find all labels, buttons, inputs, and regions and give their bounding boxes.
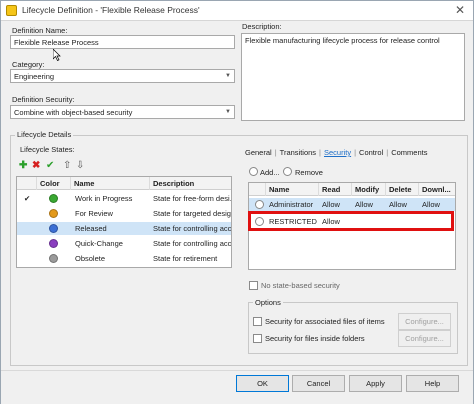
table-row[interactable]: Obsolete State for retirement [17,252,231,265]
column-header-name[interactable]: Name [71,177,150,190]
state-color-icon [49,239,58,248]
tab-control[interactable]: Control [359,148,383,157]
table-row[interactable]: ✔ Work in Progress State for free-form d… [17,192,231,205]
tab-security[interactable]: Security [324,148,351,157]
mouse-cursor-icon [53,49,61,61]
modify-permission[interactable]: Allow [352,198,386,211]
read-permission[interactable]: Allow [319,198,352,211]
title-bar: Lifecycle Definition - 'Flexible Release… [1,1,473,21]
state-name: Quick-Change [75,239,123,248]
configure-inside-folders-button[interactable]: Configure... [398,330,451,347]
add-icon[interactable]: ✚ [19,161,27,171]
table-row[interactable]: Quick-Change State for controlling acc..… [17,237,231,250]
assoc-files-security-label: Security for associated files of items [265,317,385,326]
window-title: Lifecycle Definition - 'Flexible Release… [22,5,200,15]
state-description: State for retirement [153,254,218,263]
description-textarea[interactable]: Flexible manufacturing lifecycle process… [241,33,465,121]
state-name: Released [75,224,107,233]
category-value: Engineering [14,72,55,81]
column-header-delete[interactable]: Delete [386,183,419,196]
cancel-button[interactable]: Cancel [292,375,345,392]
app-icon [6,5,17,16]
security-header: Name Read Modify Delete Downl... [249,183,455,196]
state-tabs: General | Transitions | Security | Control | Com… [245,148,428,157]
state-description: State for controlling acc... [153,224,232,233]
lifecycle-states-table: Color Name Description ✔ Work in Progres… [16,176,232,268]
ok-button[interactable]: OK [236,375,289,392]
security-principal-name: Administrator [269,200,314,209]
table-row-selected[interactable]: Administrator Allow Allow Allow Allow [249,198,455,211]
tab-general[interactable]: General [245,148,272,157]
state-color-icon [49,224,58,233]
state-color-icon [49,254,58,263]
lifecycle-definition-window: Lifecycle Definition - 'Flexible Release… [0,0,474,404]
lifecycle-details-label: Lifecycle Details [15,130,74,139]
column-header-read[interactable]: Read [319,183,352,196]
column-header-color[interactable]: Color [37,177,71,190]
definition-security-select[interactable]: Combine with object-based security ▼ [10,105,235,119]
remove-security-button[interactable]: Remove [295,168,323,177]
default-state-check [21,207,37,220]
remove-user-icon [283,167,292,176]
restricted-row-highlight [248,211,454,231]
state-description: State for free-form desi... [153,194,232,203]
configure-assoc-files-button[interactable]: Configure... [398,313,451,330]
inside-folders-security-label: Security for files inside folders [265,334,365,343]
default-state-check: ✔ [24,194,31,203]
state-description: State for targeted design... [153,209,231,218]
user-icon [255,200,264,209]
category-label: Category: [12,60,45,69]
add-user-icon [249,167,258,176]
tab-transitions[interactable]: Transitions [280,148,316,157]
state-name: Obsolete [75,254,106,263]
arrow-up-icon[interactable]: ⇧ [63,161,71,171]
description-label: Description: [242,22,282,31]
definition-name-input[interactable]: Flexible Release Process [10,35,235,49]
default-state-check [21,237,37,250]
column-header-modify[interactable]: Modify [352,183,386,196]
state-name: For Review [75,209,113,218]
no-state-security-checkbox[interactable] [249,281,258,290]
arrow-down-icon[interactable]: ⇩ [76,161,84,171]
definition-security-label: Definition Security: [12,95,75,104]
download-permission[interactable]: Allow [419,198,455,211]
apply-button[interactable]: Apply [349,375,402,392]
state-color-icon [49,194,58,203]
lifecycle-states-header: Color Name Description [17,177,231,190]
chevron-down-icon: ▼ [225,73,231,79]
column-header-name[interactable]: Name [266,183,319,196]
default-state-check [21,222,37,235]
help-button[interactable]: Help [406,375,459,392]
column-header-check[interactable] [17,177,37,190]
table-row[interactable]: For Review State for targeted design... [17,207,231,220]
checkmark-icon[interactable]: ✔ [46,161,54,171]
chevron-down-icon: ▼ [225,109,231,115]
column-header-download[interactable]: Downl... [419,183,455,196]
state-description: State for controlling acc... [153,239,232,248]
inside-folders-security-checkbox[interactable] [253,334,262,343]
lifecycle-states-label: Lifecycle States: [20,145,75,154]
table-row-selected[interactable]: Released State for controlling acc... [17,222,231,235]
delete-permission[interactable]: Allow [386,198,419,211]
definition-security-value: Combine with object-based security [14,108,133,117]
assoc-files-security-checkbox[interactable] [253,317,262,326]
close-icon[interactable]: ✕ [453,3,467,17]
state-color-icon [49,209,58,218]
category-select[interactable]: Engineering ▼ [10,69,235,83]
column-header-description[interactable]: Description [150,177,231,190]
state-name: Work in Progress [75,194,133,203]
options-label: Options [253,298,283,307]
definition-name-label: Definition Name: [12,26,68,35]
no-state-security-label: No state-based security [261,281,340,290]
default-state-check [21,252,37,265]
tab-comments[interactable]: Comments [391,148,427,157]
delete-icon[interactable]: ✖ [32,161,40,171]
add-security-button[interactable]: Add... [260,168,280,177]
